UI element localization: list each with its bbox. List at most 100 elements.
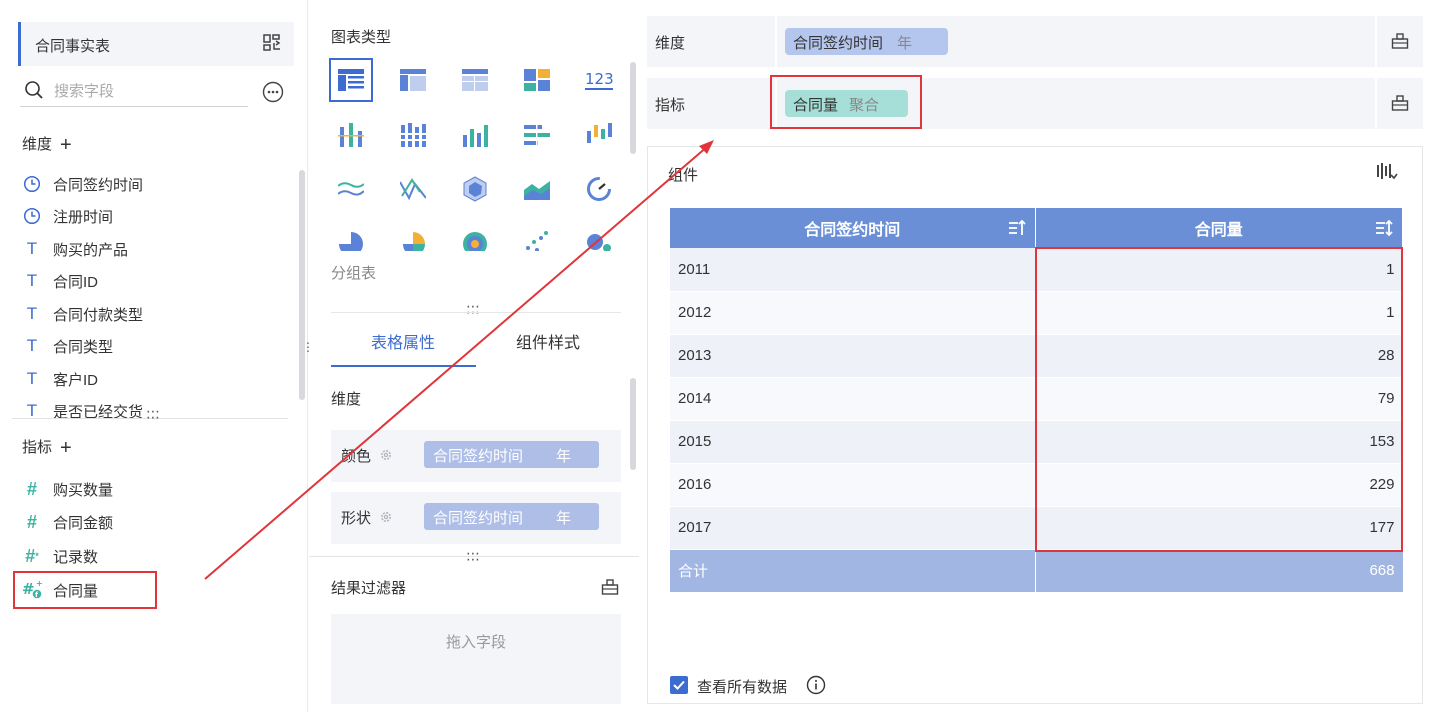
- field-label: 合同类型: [53, 338, 114, 356]
- info-icon[interactable]: [806, 675, 826, 695]
- more-options-icon[interactable]: [262, 81, 284, 103]
- field-item[interactable]: # * 记录数: [22, 542, 98, 570]
- view-all-checkbox[interactable]: [670, 676, 688, 694]
- range-bar-chart-icon[interactable]: [577, 113, 621, 157]
- filter-drop-zone[interactable]: 拖入字段: [331, 614, 621, 704]
- record-count-icon: # *: [25, 545, 39, 566]
- year-cell: 2017: [670, 506, 1036, 550]
- field-item[interactable]: T 合同付款类型: [22, 300, 143, 328]
- search-input[interactable]: [54, 80, 244, 102]
- property-tabs: 表格属性 组件样式: [331, 312, 621, 367]
- text-type-icon: T: [26, 336, 38, 355]
- rose-pie-chart-icon[interactable]: [391, 221, 435, 251]
- field-item[interactable]: T 合同类型: [22, 332, 113, 360]
- field-item[interactable]: # 合同金额: [22, 508, 113, 536]
- color-field-chip[interactable]: 合同签约时间 年: [424, 441, 599, 468]
- text-type-icon: T: [26, 271, 38, 290]
- shape-field-unit: 年: [556, 510, 572, 527]
- stacked-bar-chart-icon[interactable]: [391, 113, 435, 157]
- table-name: 合同事实表: [35, 38, 111, 55]
- field-label: 合同ID: [53, 273, 99, 291]
- line-chart-icon[interactable]: [329, 167, 373, 211]
- year-cell: 2013: [670, 334, 1036, 378]
- radar-chart-icon[interactable]: [453, 167, 497, 211]
- gear-icon[interactable]: [379, 448, 393, 462]
- shelf-config-icon[interactable]: [1391, 32, 1409, 50]
- grouped-table-chart-icon[interactable]: [329, 58, 373, 102]
- tab-component-style[interactable]: 组件样式: [516, 329, 580, 353]
- add-measure-icon[interactable]: +: [60, 438, 72, 458]
- dimension-shelf[interactable]: 维度 合同签约时间 年: [647, 16, 1423, 67]
- shelf-separator: [775, 16, 777, 67]
- result-filter-title: 结果过滤器: [331, 580, 407, 597]
- sort-ascending-icon[interactable]: [1007, 218, 1027, 238]
- scatter-chart-icon[interactable]: [515, 221, 559, 251]
- text-type-icon: T: [26, 369, 38, 388]
- sunburst-chart-icon[interactable]: [453, 221, 497, 251]
- field-item[interactable]: 合同签约时间: [22, 170, 143, 198]
- field-panel: 合同事实表 维度 + 合同签约时间 注册时间 T: [0, 0, 308, 712]
- field-label: 注册时间: [53, 208, 114, 226]
- field-item[interactable]: T 是否已经交货: [22, 397, 143, 418]
- resize-handle[interactable]: ⋯ ⋯: [146, 404, 160, 424]
- cross-table-chart-icon[interactable]: [391, 58, 435, 102]
- dimensions-header: 维度 +: [22, 133, 72, 155]
- column-header[interactable]: 合同量: [1035, 208, 1403, 248]
- pie-chart-icon[interactable]: [329, 221, 373, 251]
- column-header-label: 合同签约时间: [804, 222, 901, 239]
- year-cell: 2012: [670, 291, 1036, 335]
- column-header[interactable]: 合同签约时间: [670, 208, 1036, 248]
- tab-table-properties[interactable]: 表格属性: [371, 329, 435, 353]
- polyline-chart-icon[interactable]: [391, 167, 435, 211]
- field-item[interactable]: T 合同ID: [22, 267, 98, 295]
- selected-chart-type-label: 分组表: [331, 265, 377, 282]
- resize-handle[interactable]: ⋯ ⋯: [466, 546, 480, 566]
- column-header-label: 合同量: [1194, 222, 1243, 239]
- highlight-box: [13, 571, 157, 609]
- search-icon: [25, 81, 43, 99]
- properties-scrollbar[interactable]: [630, 378, 636, 470]
- field-item[interactable]: # 购买数量: [22, 475, 113, 503]
- gauge-chart-icon[interactable]: [577, 167, 621, 211]
- area-chart-icon[interactable]: [515, 167, 559, 211]
- preview-panel: 维度 合同签约时间 年 指标 合同量 聚合 组件 合同签约时间 合同量 2011…: [640, 0, 1441, 712]
- field-label: 购买数量: [53, 481, 114, 499]
- treemap-chart-icon[interactable]: [515, 58, 559, 102]
- shelf-config-icon[interactable]: [1391, 94, 1409, 112]
- text-type-icon: T: [26, 239, 38, 258]
- measure-shelf[interactable]: 指标 合同量 聚合: [647, 78, 1423, 129]
- chart-type-scrollbar[interactable]: [630, 62, 636, 154]
- gear-icon[interactable]: [379, 510, 393, 524]
- field-item[interactable]: 注册时间: [22, 202, 113, 230]
- dimension-chip-suffix: 年: [897, 35, 913, 52]
- chart-switch-icon[interactable]: [1376, 162, 1398, 182]
- grouped-bar-chart-icon[interactable]: [329, 113, 373, 157]
- dimension-list: 合同签约时间 注册时间 T 购买的产品 T 合同ID T 合同付款类型 T 合同…: [0, 170, 298, 418]
- switch-table-icon[interactable]: [262, 33, 282, 53]
- shape-field-chip[interactable]: 合同签约时间 年: [424, 503, 599, 530]
- add-dimension-icon[interactable]: +: [60, 135, 72, 155]
- bar-chart-icon[interactable]: [453, 113, 497, 157]
- detail-table-chart-icon[interactable]: [453, 58, 497, 102]
- config-panel: 图表类型 123 分组表 ⋯ ⋯ 表格属性 组件样式 维度 颜色 合同签约时间 …: [309, 0, 639, 712]
- dimension-scrollbar[interactable]: [299, 170, 305, 400]
- color-property-row[interactable]: 颜色 合同签约时间 年: [331, 430, 621, 482]
- text-type-icon: T: [26, 304, 38, 323]
- field-item[interactable]: T 客户ID: [22, 365, 98, 393]
- shape-property-row[interactable]: 形状 合同签约时间 年: [331, 492, 621, 544]
- kpi-number-chart-icon[interactable]: 123: [577, 58, 621, 102]
- measures-label: 指标: [22, 439, 53, 456]
- chart-types-title: 图表类型: [331, 29, 392, 46]
- measures-header: 指标 +: [22, 436, 72, 458]
- data-table-selector[interactable]: 合同事实表: [18, 22, 294, 66]
- field-label: 记录数: [53, 548, 99, 566]
- field-search: [20, 76, 248, 107]
- dimension-chip[interactable]: 合同签约时间 年: [785, 28, 948, 55]
- horizontal-bar-chart-icon[interactable]: [515, 113, 559, 157]
- sort-icon[interactable]: [1374, 218, 1394, 238]
- field-item[interactable]: T 购买的产品: [22, 235, 128, 263]
- number-type-icon: #: [26, 478, 37, 499]
- shape-field-name: 合同签约时间: [433, 510, 524, 527]
- bubble-chart-icon[interactable]: [577, 221, 621, 251]
- filter-config-icon[interactable]: [601, 578, 619, 596]
